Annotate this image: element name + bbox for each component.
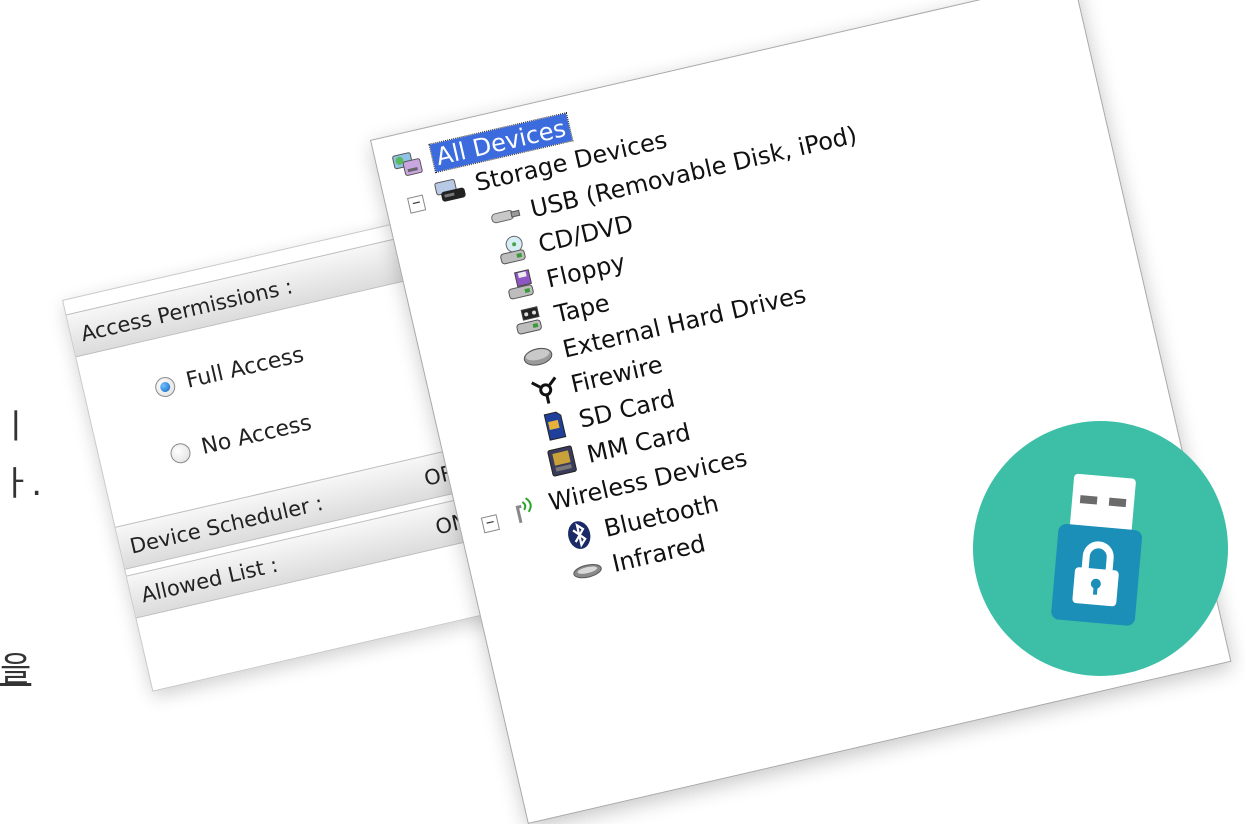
background-text-1: ㅣ (0, 407, 32, 447)
wireless-devices-collapse-toggle[interactable]: − (480, 514, 501, 534)
bluetooth-icon (560, 517, 598, 553)
background-text-2: ㅏ. (0, 464, 43, 504)
storage-devices-icon (431, 171, 469, 207)
full-access-label: Full Access (183, 342, 307, 394)
cd-dvd-drive-icon (495, 232, 533, 268)
full-access-radio[interactable] (153, 374, 178, 399)
usb-lock-badge (973, 421, 1228, 676)
access-permissions-label: Access Permissions : (78, 274, 295, 347)
full-access-option[interactable]: Full Access (153, 342, 307, 401)
floppy-drive-icon (503, 267, 541, 303)
external-hard-drive-icon (519, 338, 557, 374)
sd-card-icon (535, 408, 573, 444)
no-access-label: No Access (199, 410, 315, 461)
firewire-icon (527, 373, 565, 409)
all-devices-icon (388, 146, 426, 182)
storage-devices-collapse-toggle[interactable]: − (407, 194, 427, 214)
infrared-icon (568, 552, 606, 588)
background-text-3: 을 (0, 650, 32, 690)
device-tree-panel: All Devices − Storage Devices USB (Remov… (370, 0, 1232, 824)
wireless-devices-icon (505, 491, 543, 527)
no-access-option[interactable]: No Access (168, 410, 314, 467)
tape-drive-icon (511, 302, 549, 338)
usb-lock-icon (1051, 473, 1143, 626)
usb-drive-icon (486, 197, 524, 233)
mm-card-icon (543, 443, 581, 479)
no-access-radio[interactable] (168, 440, 193, 465)
